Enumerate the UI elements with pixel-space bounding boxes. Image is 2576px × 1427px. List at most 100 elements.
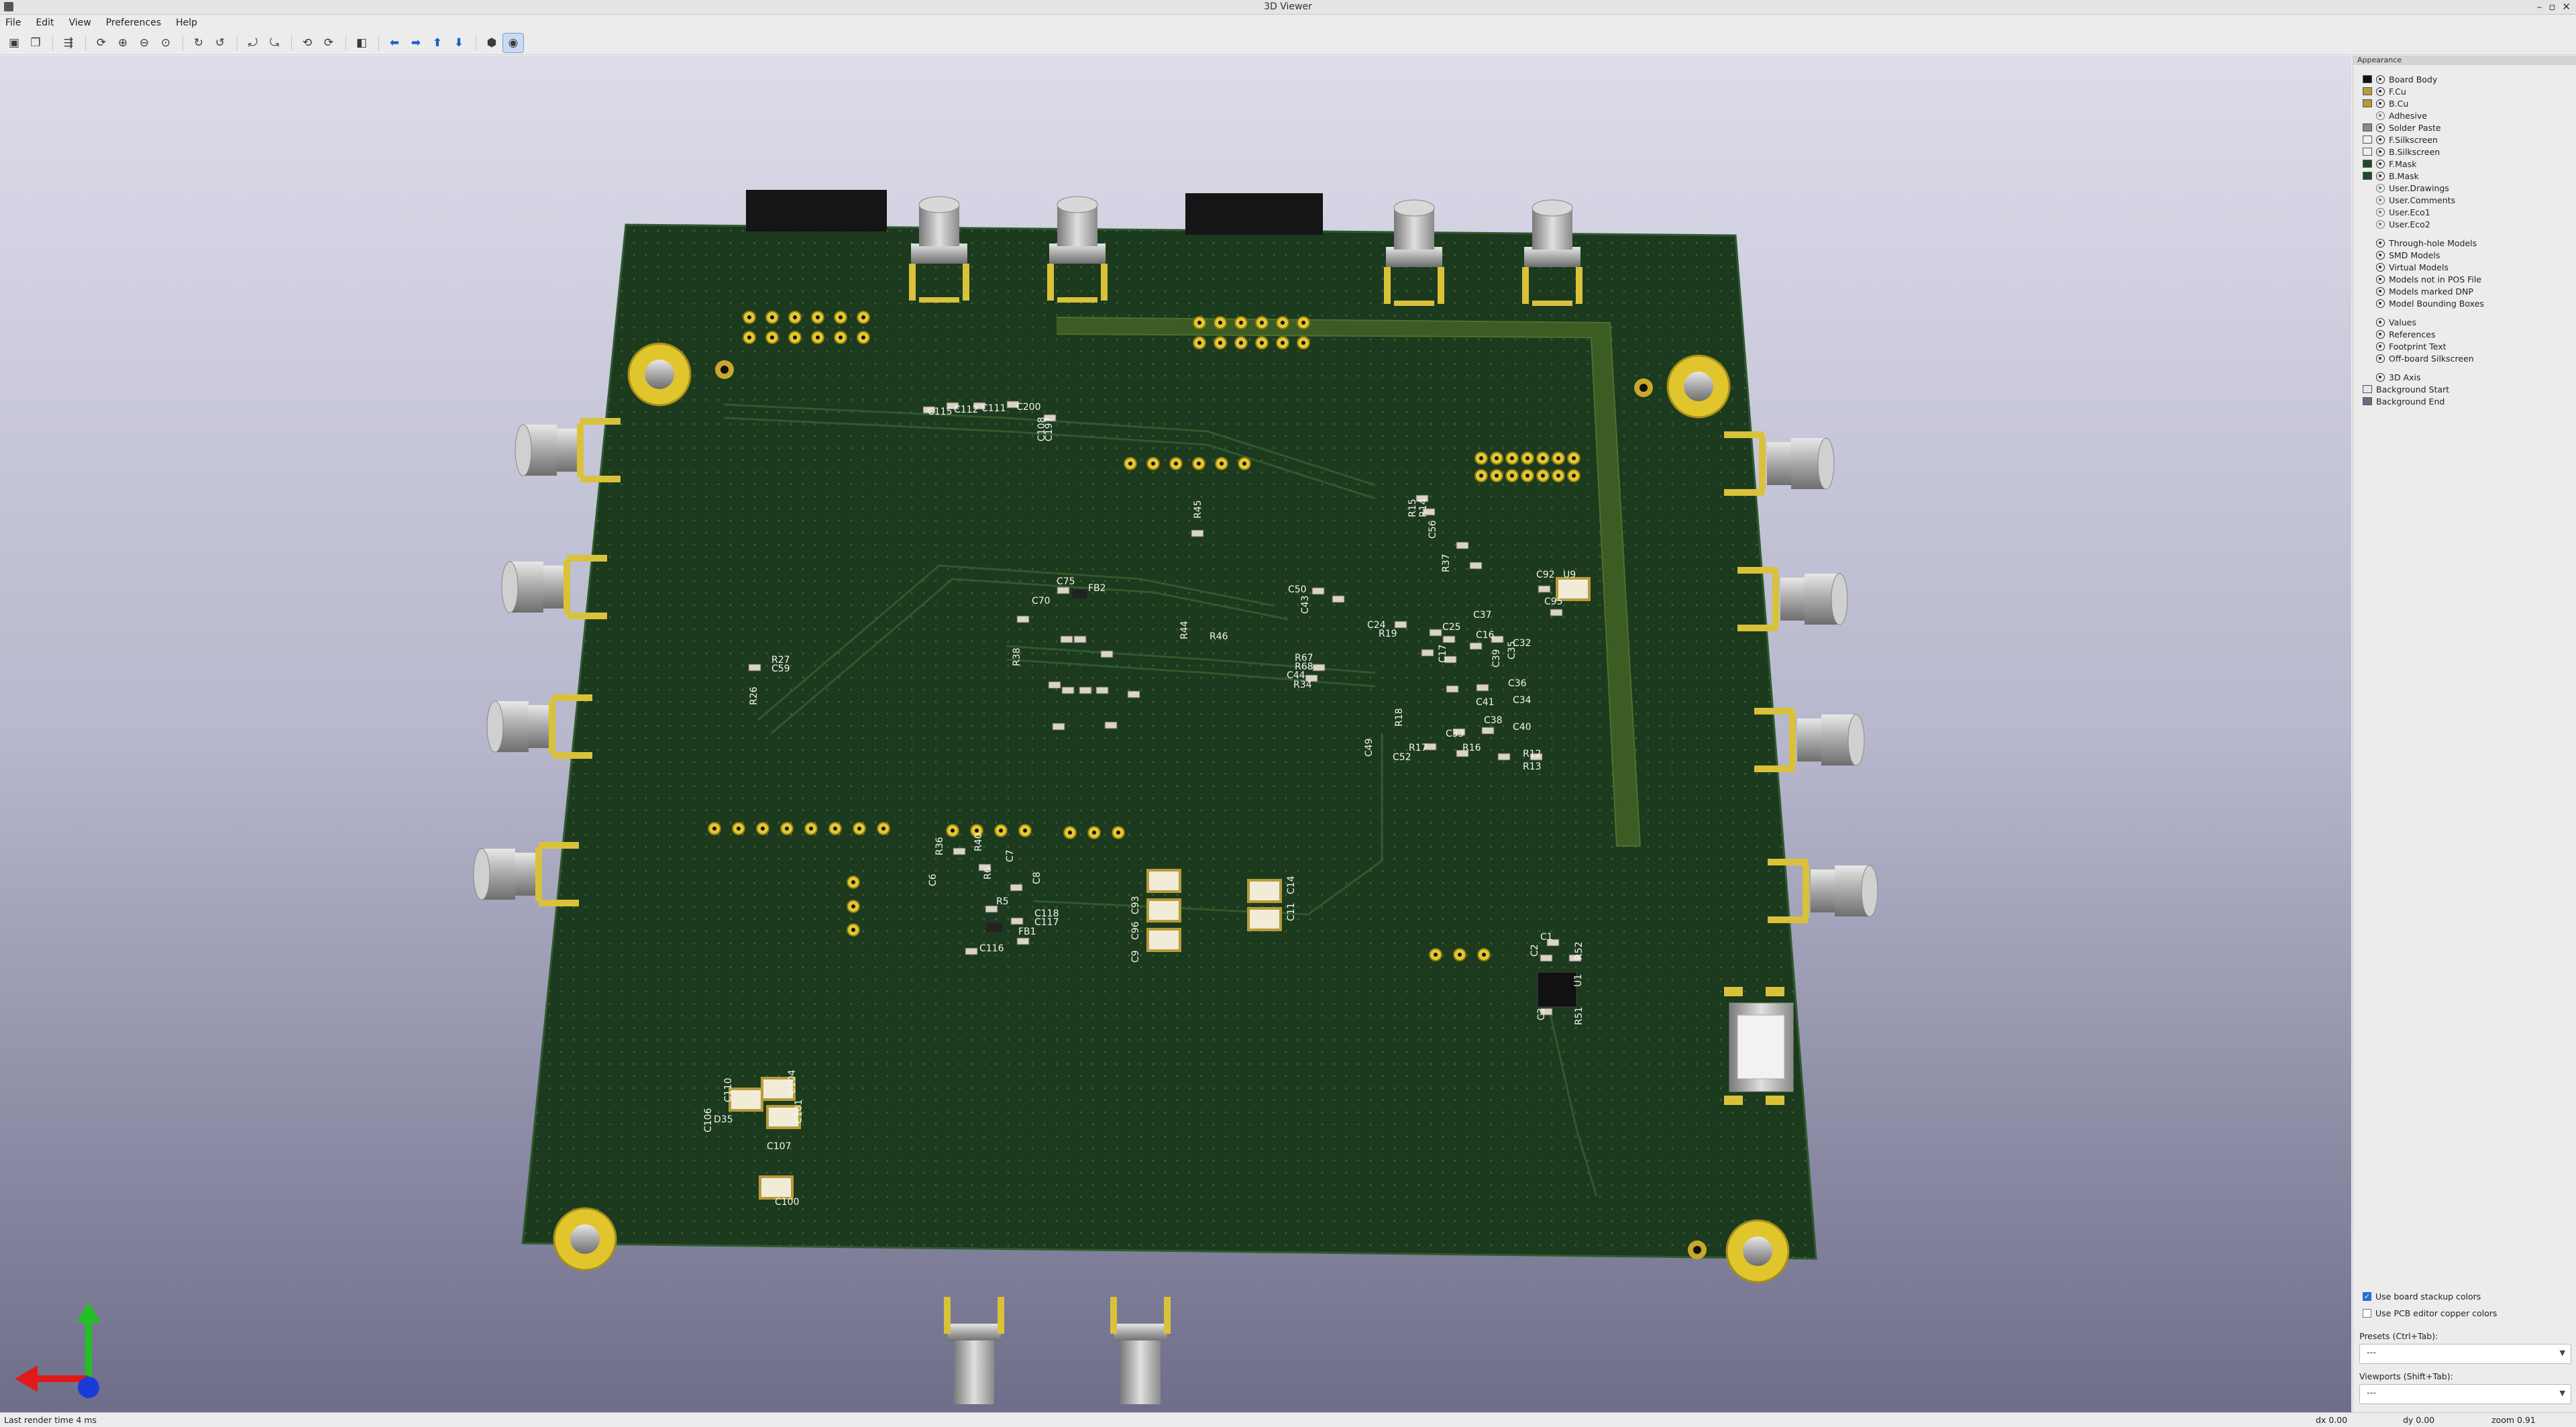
color-swatch[interactable] xyxy=(2363,87,2372,95)
visibility-eye-icon[interactable] xyxy=(2376,111,2385,120)
color-swatch[interactable] xyxy=(2363,172,2372,180)
rotate-x-cw-button[interactable]: ↻ xyxy=(189,34,209,52)
color-swatch[interactable] xyxy=(2363,136,2372,144)
checkbox-unchecked-icon[interactable] xyxy=(2363,1309,2371,1318)
export-image-button[interactable]: ▣ xyxy=(4,34,24,52)
visibility-row[interactable]: Models not in POS File xyxy=(2353,273,2576,285)
visibility-eye-icon[interactable] xyxy=(2376,99,2385,108)
raytrace-button[interactable]: ⇶ xyxy=(58,34,78,52)
menu-help[interactable]: Help xyxy=(176,17,197,28)
use-pcb-copper-checkbox[interactable]: Use PCB editor copper colors xyxy=(2363,1308,2497,1318)
zoom-fit-button[interactable]: ⊙ xyxy=(156,34,176,52)
flip-board-button[interactable]: ◧ xyxy=(352,34,372,52)
visibility-row[interactable]: SMD Models xyxy=(2353,249,2576,261)
menu-edit[interactable]: Edit xyxy=(36,17,54,28)
visibility-row[interactable]: Values xyxy=(2353,316,2576,328)
color-swatch[interactable] xyxy=(2363,148,2372,156)
visibility-eye-icon[interactable] xyxy=(2376,341,2385,351)
color-swatch[interactable] xyxy=(2363,397,2372,405)
visibility-eye-icon[interactable] xyxy=(2376,147,2385,156)
visibility-eye-icon[interactable] xyxy=(2376,207,2385,217)
visibility-row[interactable]: Models marked DNP xyxy=(2353,285,2576,297)
layer-row[interactable]: F.Silkscreen xyxy=(2353,134,2576,146)
visibility-row[interactable]: Model Bounding Boxes xyxy=(2353,297,2576,309)
layer-row[interactable]: B.Mask xyxy=(2353,170,2576,182)
visibility-eye-icon[interactable] xyxy=(2376,286,2385,296)
color-swatch[interactable] xyxy=(2363,160,2372,168)
visibility-row[interactable]: Off-board Silkscreen xyxy=(2353,352,2576,364)
rotate-x-ccw-button[interactable]: ↺ xyxy=(210,34,230,52)
visibility-row[interactable]: References xyxy=(2353,328,2576,340)
color-swatch[interactable] xyxy=(2363,385,2372,393)
reload-button[interactable]: ⟳ xyxy=(91,34,111,52)
viewports-dropdown[interactable]: --- ▼ xyxy=(2359,1384,2571,1404)
zoom-in-button[interactable]: ⊕ xyxy=(113,34,133,52)
visibility-eye-icon[interactable] xyxy=(2376,183,2385,193)
menu-preferences[interactable]: Preferences xyxy=(106,17,161,28)
visibility-eye-icon[interactable] xyxy=(2376,299,2385,308)
visibility-eye-icon[interactable] xyxy=(2376,123,2385,132)
visibility-eye-icon[interactable] xyxy=(2376,274,2385,284)
visibility-eye-icon[interactable] xyxy=(2376,219,2385,229)
copy-button[interactable]: ❐ xyxy=(25,34,46,52)
axis-row[interactable]: 3D Axis xyxy=(2353,371,2576,383)
color-swatch[interactable] xyxy=(2363,111,2372,119)
layer-row[interactable]: Adhesive xyxy=(2353,109,2576,121)
3d-viewport[interactable]: C115 C112 C111 C200 C108 C197 R45 R15 R14 C56 R37 C… xyxy=(0,56,2351,1412)
visibility-eye-icon[interactable] xyxy=(2376,74,2385,84)
use-stackup-colors-checkbox[interactable]: ✓ Use board stackup colors xyxy=(2363,1291,2481,1302)
checkbox-checked-icon[interactable]: ✓ xyxy=(2363,1292,2371,1301)
visibility-eye-icon[interactable] xyxy=(2376,262,2385,272)
layer-row[interactable]: User.Eco2 xyxy=(2353,218,2576,230)
presets-dropdown[interactable]: --- ▼ xyxy=(2359,1344,2571,1364)
menu-view[interactable]: View xyxy=(69,17,91,28)
layer-row[interactable]: Board Body xyxy=(2353,73,2576,85)
rotate-y-cw-button[interactable]: ⤾ xyxy=(243,34,263,52)
color-swatch[interactable] xyxy=(2363,99,2372,107)
color-swatch[interactable] xyxy=(2363,184,2372,192)
visibility-eye-icon[interactable] xyxy=(2376,195,2385,205)
layer-row[interactable]: User.Eco1 xyxy=(2353,206,2576,218)
pan-right-button[interactable]: ➡ xyxy=(406,34,426,52)
visibility-row[interactable]: Footprint Text xyxy=(2353,340,2576,352)
visibility-eye-icon[interactable] xyxy=(2376,372,2385,382)
appearance-toggle-button[interactable]: ◉ xyxy=(502,32,524,53)
pan-down-button[interactable]: ⬇ xyxy=(449,34,469,52)
layer-row[interactable]: F.Mask xyxy=(2353,158,2576,170)
color-swatch[interactable] xyxy=(2363,123,2372,131)
layer-row[interactable]: User.Drawings xyxy=(2353,182,2576,194)
visibility-eye-icon[interactable] xyxy=(2376,317,2385,327)
visibility-eye-icon[interactable] xyxy=(2376,329,2385,339)
minimize-button[interactable]: – xyxy=(2537,1,2542,13)
visibility-eye-icon[interactable] xyxy=(2376,135,2385,144)
visibility-eye-icon[interactable] xyxy=(2376,250,2385,260)
background-end-row[interactable]: Background End xyxy=(2353,395,2576,407)
color-swatch[interactable] xyxy=(2363,208,2372,216)
pan-left-button[interactable]: ⬅ xyxy=(384,34,405,52)
visibility-eye-icon[interactable] xyxy=(2376,159,2385,168)
pan-up-button[interactable]: ⬆ xyxy=(427,34,447,52)
zoom-out-button[interactable]: ⊖ xyxy=(134,34,154,52)
rotate-z-ccw-button[interactable]: ⟳ xyxy=(319,34,339,52)
visibility-eye-icon[interactable] xyxy=(2376,354,2385,363)
visibility-eye-icon[interactable] xyxy=(2376,87,2385,96)
visibility-eye-icon[interactable] xyxy=(2376,238,2385,248)
visibility-eye-icon[interactable] xyxy=(2376,171,2385,180)
orthographic-button[interactable]: ⬢ xyxy=(482,34,502,52)
rotate-y-ccw-button[interactable]: ⤿ xyxy=(264,34,284,52)
background-start-row[interactable]: Background Start xyxy=(2353,383,2576,395)
color-swatch[interactable] xyxy=(2363,220,2372,228)
rotate-z-cw-button[interactable]: ⟲ xyxy=(297,34,317,52)
visibility-row[interactable]: Through-hole Models xyxy=(2353,237,2576,249)
layer-row[interactable]: B.Silkscreen xyxy=(2353,146,2576,158)
menu-file[interactable]: File xyxy=(5,17,21,28)
layer-row[interactable]: Solder Paste xyxy=(2353,121,2576,134)
color-swatch[interactable] xyxy=(2363,196,2372,204)
maximize-button[interactable]: ▫ xyxy=(2548,1,2555,13)
color-swatch[interactable] xyxy=(2363,75,2372,83)
layer-row[interactable]: B.Cu xyxy=(2353,97,2576,109)
visibility-row[interactable]: Virtual Models xyxy=(2353,261,2576,273)
layer-row[interactable]: F.Cu xyxy=(2353,85,2576,97)
layer-row[interactable]: User.Comments xyxy=(2353,194,2576,206)
close-button[interactable]: ✕ xyxy=(2562,1,2571,13)
